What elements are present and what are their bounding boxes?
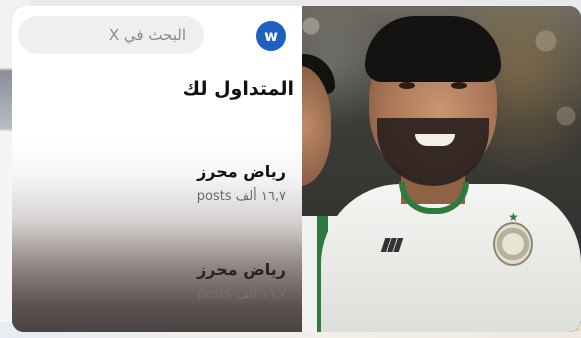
federation-crest: ★ bbox=[493, 210, 533, 266]
trending-heading: المتداول لك bbox=[182, 78, 294, 100]
search-input[interactable]: البحث في X bbox=[18, 16, 204, 54]
trend-item[interactable]: رياض محرز ١٦,٧ ألف posts bbox=[197, 162, 286, 204]
trend-post-count: ١٦,٧ ألف posts bbox=[196, 189, 286, 204]
player-eye-left bbox=[399, 82, 415, 89]
player-smile bbox=[415, 134, 455, 146]
player-hair bbox=[365, 16, 501, 82]
profile-avatar[interactable]: w bbox=[256, 21, 286, 51]
crest-star-icon: ★ bbox=[508, 210, 519, 224]
trend-name: رياض محرز bbox=[197, 260, 286, 279]
trending-panel: w البحث في X المتداول لك رياض محرز ١٦,٧ … bbox=[12, 6, 302, 332]
trend-name: رياض محرز bbox=[197, 162, 286, 181]
player-eye-right bbox=[451, 82, 467, 89]
player-photo: ★ bbox=[291, 6, 581, 332]
trend-item[interactable]: رياض محرز ١٦,٧ ألف posts bbox=[197, 260, 286, 302]
search-placeholder: البحث في X bbox=[108, 26, 186, 44]
screenshot-card: ★ w البحث في X المتداول لك رياض محرز ١٦,… bbox=[12, 6, 581, 332]
trend-post-count: ١٦,٧ ألف posts bbox=[196, 287, 286, 302]
